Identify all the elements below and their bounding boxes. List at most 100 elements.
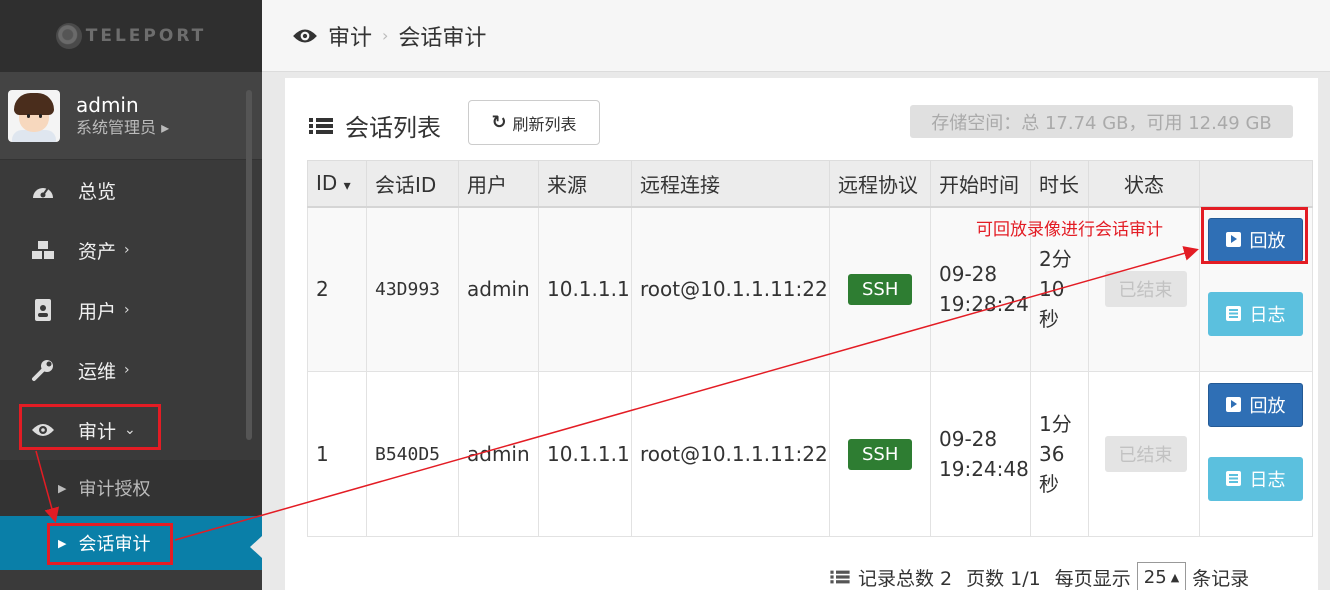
per-page-value: 25 [1143, 566, 1167, 588]
col-header-actions [1199, 160, 1313, 208]
per-page-label: 每页显示 [1054, 567, 1131, 590]
teleport-logo-icon [55, 23, 82, 49]
breadcrumb-section[interactable]: 审计 [328, 20, 372, 52]
cell-remote: root@10.1.1.11:22 [631, 371, 830, 537]
app-logo-text: TELEPORT [85, 26, 207, 46]
duration-line: 36 [1039, 442, 1065, 466]
panel-title: 会话列表 [309, 108, 441, 143]
per-page-select[interactable]: 25 ▲ [1136, 562, 1187, 590]
pagination-footer: 记录总数 2 页数 1/1 每页显示 25 ▲ 条记录 [830, 562, 1249, 590]
sidebar-item-users[interactable]: 用户 › [0, 280, 262, 340]
list-alt-icon [1225, 306, 1241, 322]
refresh-list-button[interactable]: ↻ 刷新列表 [468, 100, 600, 145]
col-header-protocol: 远程协议 [829, 160, 931, 208]
log-button[interactable]: 日志 [1208, 291, 1303, 336]
duration-line: 10 [1039, 277, 1065, 302]
play-square-icon [1225, 397, 1241, 412]
session-list-panel: 会话列表 ↻ 刷新列表 存储空间：总 17.74 GB，可用 12.49 GB … [285, 78, 1318, 590]
sidebar-item-label: 资产 [78, 240, 117, 263]
sidebar-scrollbar[interactable] [246, 90, 252, 440]
annotation-box-session-audit [47, 523, 173, 565]
wrench-icon [30, 357, 56, 383]
sidebar-item-assets[interactable]: 资产 › [0, 220, 262, 280]
duration-line: 秒 [1039, 307, 1059, 332]
caret-up-icon: ▲ [1170, 570, 1180, 584]
sidebar-item-label: 运维 [78, 360, 117, 383]
col-header-duration: 时长 [1030, 160, 1089, 208]
refresh-icon: ↻ [491, 112, 507, 133]
sidebar-item-label: 用户 [78, 300, 117, 323]
panel-title-text: 会话列表 [345, 114, 441, 142]
table-row: 1 B540D5 admin 10.1.1.1 root@10.1.1.11:2… [307, 371, 1313, 537]
total-records: 记录总数 2 [858, 567, 953, 590]
cell-protocol: SSH [829, 206, 931, 372]
sidebar-item-overview[interactable]: 总览 [0, 160, 262, 220]
cell-id: 2 [307, 206, 367, 372]
protocol-badge: SSH [848, 438, 913, 470]
protocol-badge: SSH [848, 273, 913, 305]
dashboard-icon [30, 177, 56, 203]
refresh-list-label: 刷新列表 [512, 114, 577, 134]
table-header-row: ID ▾ 会话ID 用户 来源 远程连接 远程协议 开始时间 时长 状态 [307, 160, 1313, 208]
chevron-right-icon: › [124, 362, 130, 378]
col-header-remote: 远程连接 [631, 160, 830, 208]
sort-desc-icon: ▾ [343, 178, 351, 195]
col-header-status: 状态 [1088, 160, 1200, 208]
status-badge: 已结束 [1104, 271, 1187, 308]
sidebar-subitem-label: 审计授权 [78, 479, 151, 500]
duration-line: 秒 [1039, 472, 1059, 496]
cell-id: 1 [307, 371, 367, 537]
storage-info: 存储空间：总 17.74 GB，可用 12.49 GB [910, 105, 1293, 138]
cell-source: 10.1.1.1 [538, 371, 632, 537]
duration-line: 1分 [1039, 412, 1072, 436]
user-panel: admin 系统管理员 ▸ [0, 72, 262, 160]
avatar[interactable] [8, 89, 60, 142]
start-date: 09-28 [939, 262, 998, 287]
cell-actions: 回放 日志 [1199, 371, 1313, 537]
col-header-user: 用户 [458, 160, 539, 208]
list-icon [309, 116, 333, 136]
log-button[interactable]: 日志 [1208, 456, 1303, 501]
caret-right-icon: ▶ [58, 481, 67, 495]
app-logo[interactable]: TELEPORT [0, 0, 262, 72]
cell-session-id: B540D5 [366, 371, 459, 537]
cell-start-time: 09-28 19:24:48 [930, 371, 1031, 537]
replay-button[interactable]: 回放 [1208, 382, 1303, 427]
start-time: 19:28:24 [939, 292, 1029, 317]
user-name: admin [76, 92, 139, 117]
chevron-right-icon: › [124, 302, 130, 318]
cell-status: 已结束 [1088, 371, 1200, 537]
breadcrumb-separator: › [382, 26, 389, 45]
cell-session-id: 43D993 [366, 206, 459, 372]
log-label: 日志 [1249, 469, 1286, 491]
user-role-link[interactable]: 系统管理员 ▸ [76, 117, 169, 139]
eye-icon [292, 27, 318, 45]
col-header-session-id: 会话ID [366, 160, 459, 208]
chevron-right-icon: › [124, 242, 130, 258]
cell-user: admin [458, 206, 539, 372]
replay-label: 回放 [1249, 395, 1286, 417]
page-title: 会话审计 [398, 25, 487, 51]
cubes-icon [30, 237, 56, 263]
col-header-id[interactable]: ID ▾ [307, 160, 367, 208]
sidebar-item-ops[interactable]: 运维 › [0, 340, 262, 400]
annotation-text: 可回放录像进行会话审计 [976, 220, 1163, 240]
duration-line: 2分 [1039, 247, 1072, 272]
address-card-icon [30, 297, 56, 323]
list-icon [830, 569, 850, 585]
col-header-source: 来源 [538, 160, 632, 208]
annotation-box-audit [19, 404, 161, 450]
sidebar-subitem-audit-auth[interactable]: ▶ 审计授权 [0, 460, 262, 516]
page-info: 页数 1/1 [966, 567, 1041, 590]
list-alt-icon [1225, 471, 1241, 486]
cell-source: 10.1.1.1 [538, 206, 632, 372]
cell-duration: 1分 36 秒 [1030, 371, 1089, 537]
annotation-box-replay [1201, 207, 1308, 264]
sidebar-item-label: 总览 [78, 180, 117, 203]
cell-user: admin [458, 371, 539, 537]
start-time: 19:24:48 [939, 457, 1029, 481]
start-date: 09-28 [939, 427, 998, 451]
status-badge: 已结束 [1104, 436, 1187, 472]
breadcrumb: 审计 › 会话审计 [262, 0, 1330, 72]
cell-protocol: SSH [829, 371, 931, 537]
